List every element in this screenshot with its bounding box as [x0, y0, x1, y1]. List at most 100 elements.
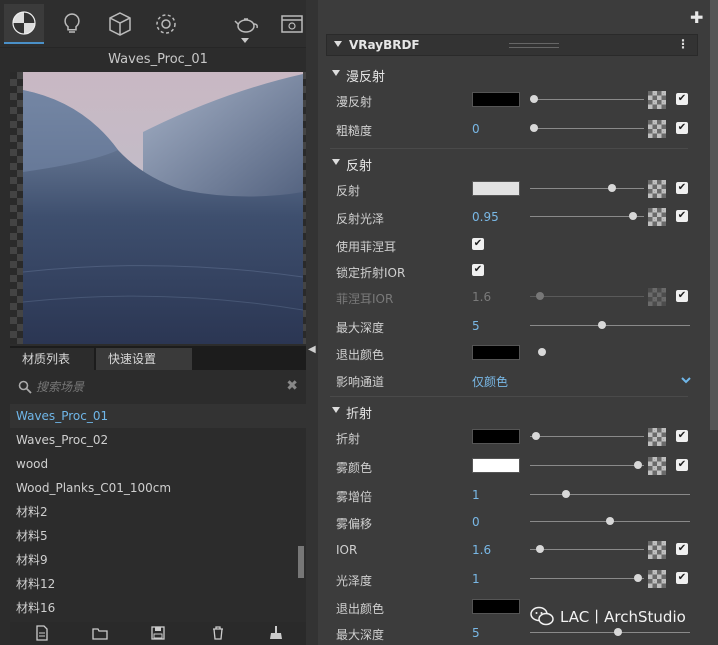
properties-scrollbar[interactable]: [710, 0, 718, 430]
material-preview: [10, 72, 306, 344]
open-folder-icon[interactable]: [92, 625, 108, 641]
slider-knob[interactable]: [532, 432, 540, 440]
material-preview-render: [23, 72, 303, 344]
list-item[interactable]: Wood_Planks_C01_100cm: [10, 476, 306, 500]
refr-max-depth-slider[interactable]: [530, 628, 690, 636]
reflect-gloss-slider[interactable]: [530, 212, 644, 220]
row-diffuse: 漫反射 ✔: [336, 89, 696, 111]
panel-splitter[interactable]: [306, 0, 318, 645]
clean-brush-icon[interactable]: [268, 625, 284, 641]
slider-knob[interactable]: [538, 348, 546, 356]
diffuse-color-swatch[interactable]: [472, 92, 520, 107]
list-item[interactable]: Waves_Proc_02: [10, 428, 306, 452]
chevron-down-icon[interactable]: [680, 374, 692, 386]
fog-color-slider[interactable]: [530, 461, 644, 469]
fresnel-ior-slider: [530, 292, 644, 300]
use-fresnel-checkbox[interactable]: ✔: [472, 238, 484, 250]
slider-knob[interactable]: [536, 545, 544, 553]
refract-color-swatch[interactable]: [472, 429, 520, 444]
texture-map-button[interactable]: [648, 457, 666, 475]
reflect-slider[interactable]: [530, 184, 644, 192]
reflect-gloss-value[interactable]: 0.95: [472, 210, 499, 224]
refract-slider[interactable]: [530, 432, 644, 440]
enable-checkbox[interactable]: ✔: [676, 210, 688, 222]
lock-ior-checkbox[interactable]: ✔: [472, 264, 484, 276]
list-item[interactable]: 材料5: [10, 524, 306, 548]
plus-icon[interactable]: ✚: [690, 8, 703, 27]
texture-map-button[interactable]: [648, 570, 666, 588]
max-depth-slider[interactable]: [530, 321, 690, 329]
glossiness-value[interactable]: 1: [472, 572, 480, 586]
row-label: 雾增倍: [336, 490, 373, 504]
material-ball-icon: [12, 11, 36, 35]
delete-icon[interactable]: [210, 625, 226, 641]
slider-knob[interactable]: [530, 95, 538, 103]
fog-mult-slider[interactable]: [530, 490, 690, 498]
ior-value[interactable]: 1.6: [472, 543, 491, 557]
list-item[interactable]: 材料12: [10, 572, 306, 596]
list-scrollbar[interactable]: [298, 546, 304, 578]
slider-knob[interactable]: [598, 321, 606, 329]
enable-checkbox[interactable]: ✔: [676, 543, 688, 555]
enable-checkbox[interactable]: ✔: [676, 93, 688, 105]
fog-bias-slider[interactable]: [530, 517, 690, 525]
refr-exit-color-swatch[interactable]: [472, 599, 520, 614]
texture-map-button[interactable]: [648, 541, 666, 559]
slider-knob[interactable]: [530, 124, 538, 132]
slider-knob[interactable]: [562, 490, 570, 498]
render-options-chevron-icon[interactable]: [241, 38, 249, 43]
save-icon[interactable]: [150, 625, 166, 641]
geometry-tab-button[interactable]: [100, 4, 140, 44]
settings-tab-button[interactable]: [146, 4, 186, 44]
materials-tab-button[interactable]: [4, 4, 44, 44]
enable-checkbox[interactable]: ✔: [676, 122, 688, 134]
slider-knob[interactable]: [629, 212, 637, 220]
more-icon[interactable]: ⋮: [677, 37, 689, 51]
roughness-slider[interactable]: [530, 124, 644, 132]
new-file-icon[interactable]: [34, 625, 50, 641]
collapse-left-arrow-icon[interactable]: ◀: [308, 344, 316, 355]
glossiness-slider[interactable]: [530, 574, 644, 582]
tab-quick-settings[interactable]: 快速设置: [96, 348, 192, 370]
fog-color-swatch[interactable]: [472, 458, 520, 473]
slider-knob[interactable]: [634, 461, 642, 469]
slider-knob[interactable]: [608, 184, 616, 192]
diffuse-slider[interactable]: [530, 95, 644, 103]
search-input[interactable]: [36, 377, 276, 397]
slider-knob[interactable]: [634, 574, 642, 582]
ior-slider[interactable]: [530, 545, 644, 553]
drag-handle[interactable]: [509, 43, 559, 48]
enable-checkbox[interactable]: ✔: [676, 182, 688, 194]
texture-map-button[interactable]: [648, 120, 666, 138]
texture-map-button[interactable]: [648, 180, 666, 198]
texture-map-button[interactable]: [648, 208, 666, 226]
slider-knob[interactable]: [614, 628, 622, 636]
reflect-color-swatch[interactable]: [472, 181, 520, 196]
list-item[interactable]: 材料2: [10, 500, 306, 524]
enable-checkbox[interactable]: ✔: [676, 459, 688, 471]
enable-checkbox[interactable]: ✔: [676, 290, 688, 302]
gear-icon: [156, 14, 176, 34]
texture-map-button[interactable]: [648, 428, 666, 446]
texture-map-button[interactable]: [648, 91, 666, 109]
clear-search-icon[interactable]: ✖: [286, 378, 298, 394]
list-item[interactable]: 材料9: [10, 548, 306, 572]
fog-mult-value[interactable]: 1: [472, 488, 480, 502]
max-depth-value[interactable]: 5: [472, 319, 480, 333]
list-item[interactable]: wood: [10, 452, 306, 476]
list-item[interactable]: 材料16: [10, 596, 306, 620]
slider-knob[interactable]: [606, 517, 614, 525]
refr-max-depth-value[interactable]: 5: [472, 626, 480, 640]
layer-header[interactable]: VRayBRDF ⋮: [326, 34, 698, 56]
lights-tab-button[interactable]: [52, 4, 92, 44]
exit-color-slider[interactable]: [530, 348, 690, 356]
affect-channels-dropdown[interactable]: 仅颜色: [472, 373, 508, 390]
fog-bias-value[interactable]: 0: [472, 515, 480, 529]
tab-material-list[interactable]: 材质列表: [10, 348, 94, 370]
roughness-value[interactable]: 0: [472, 122, 480, 136]
enable-checkbox[interactable]: ✔: [676, 572, 688, 584]
enable-checkbox[interactable]: ✔: [676, 430, 688, 442]
exit-color-swatch[interactable]: [472, 345, 520, 360]
list-item[interactable]: Waves_Proc_01: [10, 404, 306, 428]
row-label: 最大深度: [336, 628, 385, 642]
